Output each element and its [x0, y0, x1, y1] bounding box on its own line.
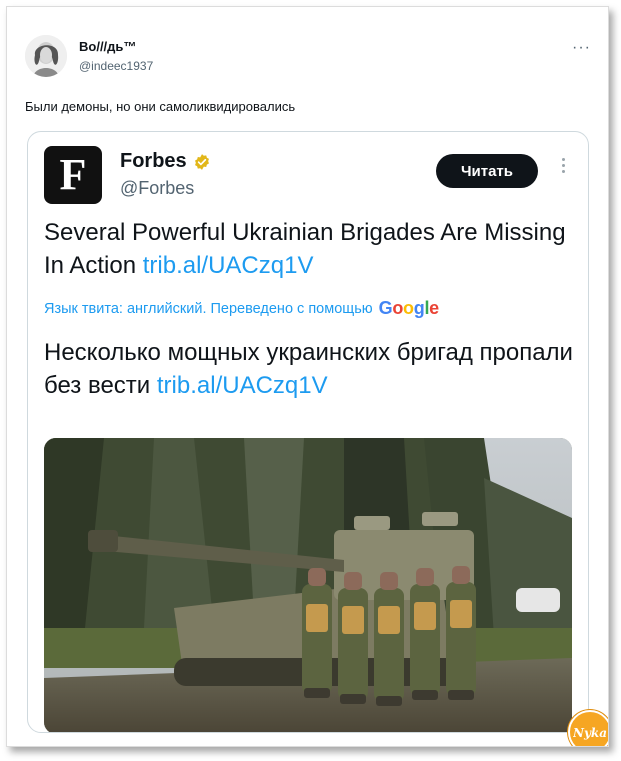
quoted-author-name[interactable]: Forbes — [120, 150, 187, 173]
translation-note-text: Язык твита: английский. Переведено с пом… — [44, 300, 373, 317]
article-link-ru[interactable]: trib.al/UACzq1V — [157, 372, 328, 399]
tweet-photo[interactable] — [44, 438, 572, 732]
headline-russian: Несколько мощных украинских бригад пропа… — [44, 336, 574, 402]
forbes-avatar[interactable]: F — [44, 146, 102, 204]
google-logo: Google — [378, 298, 440, 318]
verified-badge-icon — [193, 153, 211, 171]
avatar-image — [25, 35, 67, 77]
nyka-watermark-logo: Nyka — [568, 710, 608, 746]
avatar[interactable] — [25, 35, 67, 77]
more-horizontal-icon[interactable]: ··· — [572, 39, 591, 57]
svg-text:Nyka: Nyka — [573, 726, 607, 740]
quoted-author-handle[interactable]: @Forbes — [120, 178, 194, 199]
headline-english: Several Powerful Ukrainian Brigades Are … — [44, 216, 574, 282]
follow-button[interactable]: Читать — [436, 154, 538, 188]
tweet-header: Во///дь™ @indeec1937 ··· — [25, 35, 595, 85]
photo-tank-soldiers — [44, 438, 572, 732]
article-link-en[interactable]: trib.al/UACzq1V — [143, 252, 314, 279]
author-handle[interactable]: @indeec1937 — [79, 59, 153, 73]
translation-note[interactable]: Язык твита: английский. Переведено с пом… — [44, 298, 439, 319]
tweet-text: Были демоны, но они самоликвидировались — [25, 99, 296, 114]
more-vertical-icon[interactable] — [560, 158, 566, 173]
author-name[interactable]: Во///дь™ — [79, 39, 136, 54]
quoted-author-row: Forbes — [120, 150, 211, 173]
screenshot-frame: Во///дь™ @indeec1937 ··· Были демоны, но… — [6, 6, 609, 747]
forbes-logo-letter: F — [59, 150, 87, 199]
quoted-tweet-card[interactable]: F Forbes @Forbes Читать Several Powerful… — [27, 131, 589, 733]
